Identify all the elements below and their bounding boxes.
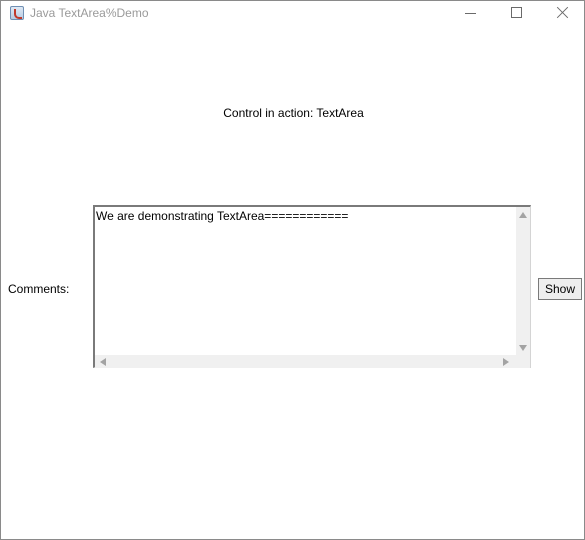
comments-textarea[interactable]: We are demonstrating TextArea===========… (95, 207, 516, 355)
maximize-button[interactable] (496, 1, 536, 27)
java-app-icon (10, 6, 24, 20)
app-window: Java TextArea%Demo Control in action: Te… (0, 0, 585, 540)
comments-label: Comments: (8, 282, 70, 296)
horizontal-scrollbar[interactable] (95, 355, 516, 368)
scroll-right-arrow-icon[interactable] (503, 358, 509, 366)
scroll-left-arrow-icon[interactable] (100, 358, 106, 366)
scroll-down-arrow-icon[interactable] (519, 345, 527, 351)
title-bar[interactable]: Java TextArea%Demo (1, 1, 584, 28)
scroll-corner (516, 355, 530, 368)
minimize-button[interactable] (450, 1, 490, 27)
scroll-up-arrow-icon[interactable] (519, 212, 527, 218)
minimize-icon (465, 13, 476, 14)
close-icon (556, 6, 569, 19)
vertical-scrollbar[interactable] (516, 207, 530, 355)
window-title: Java TextArea%Demo (30, 6, 149, 20)
show-button[interactable]: Show (538, 278, 582, 300)
heading-label: Control in action: TextArea (223, 106, 364, 120)
close-button[interactable] (542, 1, 582, 27)
comments-scroll-pane: We are demonstrating TextArea===========… (93, 205, 531, 368)
maximize-icon (511, 7, 522, 18)
